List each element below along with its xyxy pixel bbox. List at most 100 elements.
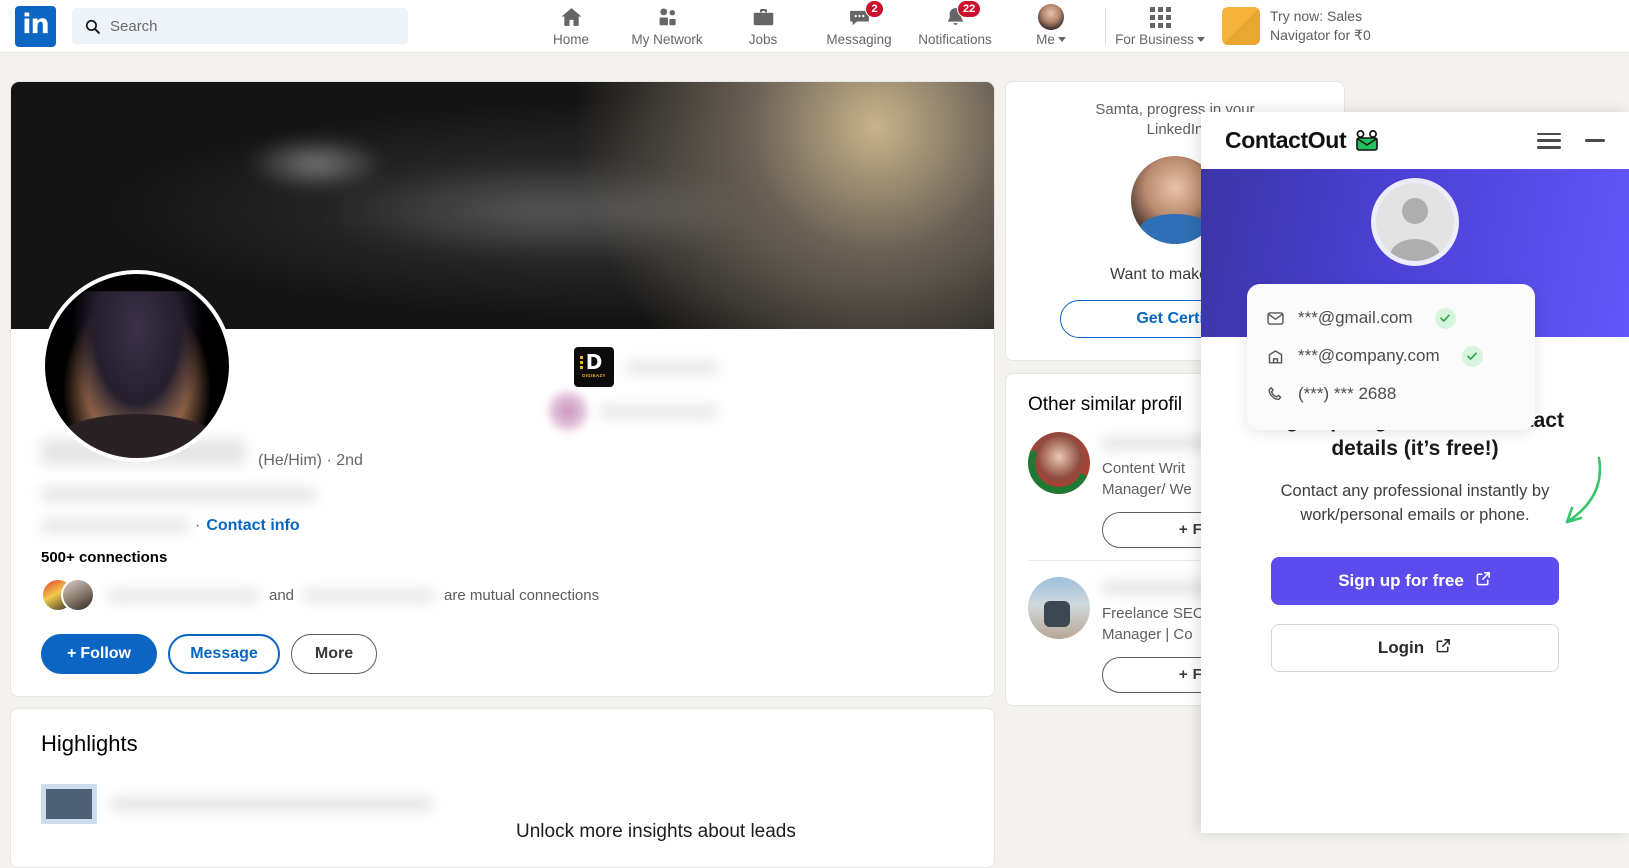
contact-details-card: ***@gmail.com ***@company.com (***) *** …: [1247, 284, 1535, 430]
follow-plus-icon: +: [67, 645, 77, 662]
highlights-card: Highlights Unlock more insights about le…: [10, 708, 995, 868]
profile-headline-redacted: [41, 486, 316, 502]
linkedin-top-nav: in Home My Network: [0, 0, 1629, 52]
chevron-down-icon: [1057, 37, 1066, 42]
login-button[interactable]: Login: [1271, 623, 1559, 672]
grid-icon: [1149, 4, 1171, 30]
nav-item-home[interactable]: Home: [523, 0, 619, 52]
verified-check-icon: [1434, 307, 1456, 329]
mutual-avatar-2: [61, 578, 95, 612]
sales-navigator-promo[interactable]: Try now: Sales Navigator for ₹0: [1222, 7, 1371, 45]
briefcase-icon: [751, 4, 776, 30]
contact-row-personal-email[interactable]: ***@gmail.com: [1265, 299, 1517, 337]
people-icon: [655, 4, 680, 30]
search-box[interactable]: [72, 8, 408, 44]
current-company-chip[interactable]: D DIGIEAZY: [574, 347, 718, 387]
nav-item-messaging[interactable]: 2 Messaging: [811, 0, 907, 52]
mutual-tail: are mutual connections: [444, 586, 600, 604]
avatar: [1376, 183, 1454, 261]
green-arrow-annotation: [1565, 456, 1602, 524]
mutual-connections-row[interactable]: and are mutual connections: [41, 578, 970, 612]
personal-email-value: ***@gmail.com: [1298, 308, 1413, 327]
profile-card: (He/Him) · 2nd · Contact info 500+ conne…: [10, 81, 995, 697]
search-icon: [85, 19, 100, 34]
login-label: Login: [1377, 637, 1425, 657]
avatar-body: [1390, 239, 1440, 261]
signup-label: Sign up for free: [1338, 570, 1464, 590]
sales-navigator-icon: [1222, 7, 1260, 45]
message-button[interactable]: Message: [168, 634, 280, 674]
school-name-redacted: [600, 404, 718, 418]
nav-label-notifications: Notifications: [918, 32, 992, 47]
envelope-icon: [1265, 309, 1285, 328]
similar-profile-avatar: [1028, 576, 1090, 639]
promo-line-1: Try now: Sales: [1270, 8, 1363, 25]
nav-label-me: Me: [1036, 32, 1055, 47]
main-column: (He/Him) · 2nd · Contact info 500+ conne…: [10, 81, 995, 868]
profile-location-redacted: [41, 519, 189, 533]
follow-label: Follow: [80, 645, 131, 662]
nav-label-my-network: My Network: [631, 32, 703, 47]
phone-value: (***) *** 2688: [1298, 384, 1397, 403]
connections-count[interactable]: 500+ connections: [41, 549, 970, 566]
unlock-insights-text: Unlock more insights about leads: [516, 821, 796, 842]
avatar-head: [1402, 198, 1428, 224]
profile-headline-row: [41, 483, 970, 505]
contact-info-link[interactable]: Contact info: [206, 517, 299, 535]
building-icon: [1265, 347, 1285, 366]
phone-icon: [1265, 385, 1285, 404]
cover-highlight: [246, 136, 385, 191]
contact-row-work-email[interactable]: ***@company.com: [1265, 337, 1517, 375]
verified-check-icon: [1461, 345, 1483, 367]
nav-item-notifications[interactable]: 22 Notifications: [907, 0, 1003, 52]
contactout-panel: ContactOut ***@gmail.com ***@company.com…: [1201, 112, 1629, 833]
nav-label-jobs: Jobs: [748, 32, 778, 47]
contactout-header-actions: [1537, 132, 1605, 149]
nav-item-me[interactable]: Me: [1003, 0, 1099, 52]
nav-divider: [1105, 8, 1106, 44]
contactout-brand: ContactOut: [1225, 127, 1347, 153]
more-button[interactable]: More: [291, 634, 377, 674]
follow-plus-icon: +: [1178, 666, 1188, 683]
nav-item-for-business[interactable]: For Business: [1112, 0, 1208, 52]
external-link-icon: [1475, 570, 1492, 592]
linkedin-logo[interactable]: in: [15, 5, 56, 47]
messaging-badge: 2: [865, 0, 884, 18]
follow-plus-icon: +: [1178, 521, 1188, 538]
contact-separator: ·: [195, 517, 201, 534]
nav-item-jobs[interactable]: Jobs: [715, 0, 811, 52]
search-input[interactable]: [110, 17, 396, 35]
mutual-name-2-redacted: [304, 588, 435, 602]
company-name-redacted: [626, 360, 718, 374]
work-email-value: ***@company.com: [1298, 346, 1440, 365]
nav-items: Home My Network Jobs 2 Messaging 22 Noti…: [523, 0, 1099, 52]
education-chip[interactable]: [548, 391, 718, 431]
chevron-down-icon: [1196, 37, 1205, 42]
company-logo-letter: D: [585, 350, 603, 374]
highlights-title: Highlights: [41, 731, 138, 756]
follow-button[interactable]: + Follow: [41, 634, 157, 674]
avatar-icon: [1038, 4, 1064, 30]
profile-avatar[interactable]: [41, 270, 233, 462]
highlights-row: [41, 784, 964, 824]
nav-item-my-network[interactable]: My Network: [619, 0, 715, 52]
home-icon: [559, 4, 584, 30]
notifications-badge: 22: [957, 0, 982, 18]
menu-icon[interactable]: [1537, 132, 1561, 149]
minimize-icon[interactable]: [1585, 139, 1605, 142]
nav-label-for-business: For Business: [1115, 32, 1194, 47]
profile-pronoun: (He/Him) · 2nd: [258, 452, 363, 469]
profile-action-buttons: + Follow Message More: [41, 634, 970, 674]
promo-line-2: Navigator for ₹0: [1270, 27, 1371, 43]
nav-label-home: Home: [552, 32, 589, 47]
contactout-header: ContactOut: [1201, 112, 1629, 169]
mutual-name-1-redacted: [107, 588, 259, 602]
external-link-icon: [1435, 637, 1452, 659]
signup-button[interactable]: Sign up for free: [1271, 556, 1559, 605]
contact-row-phone[interactable]: (***) *** 2688: [1265, 375, 1517, 413]
highlights-text-redacted: [111, 796, 431, 812]
company-logo-wordmark: DIGIEAZY: [582, 373, 606, 378]
page-body: (He/Him) · 2nd · Contact info 500+ conne…: [0, 52, 1629, 868]
company-logo-icon: D DIGIEAZY: [574, 347, 614, 387]
avatar-torso: [57, 414, 217, 458]
